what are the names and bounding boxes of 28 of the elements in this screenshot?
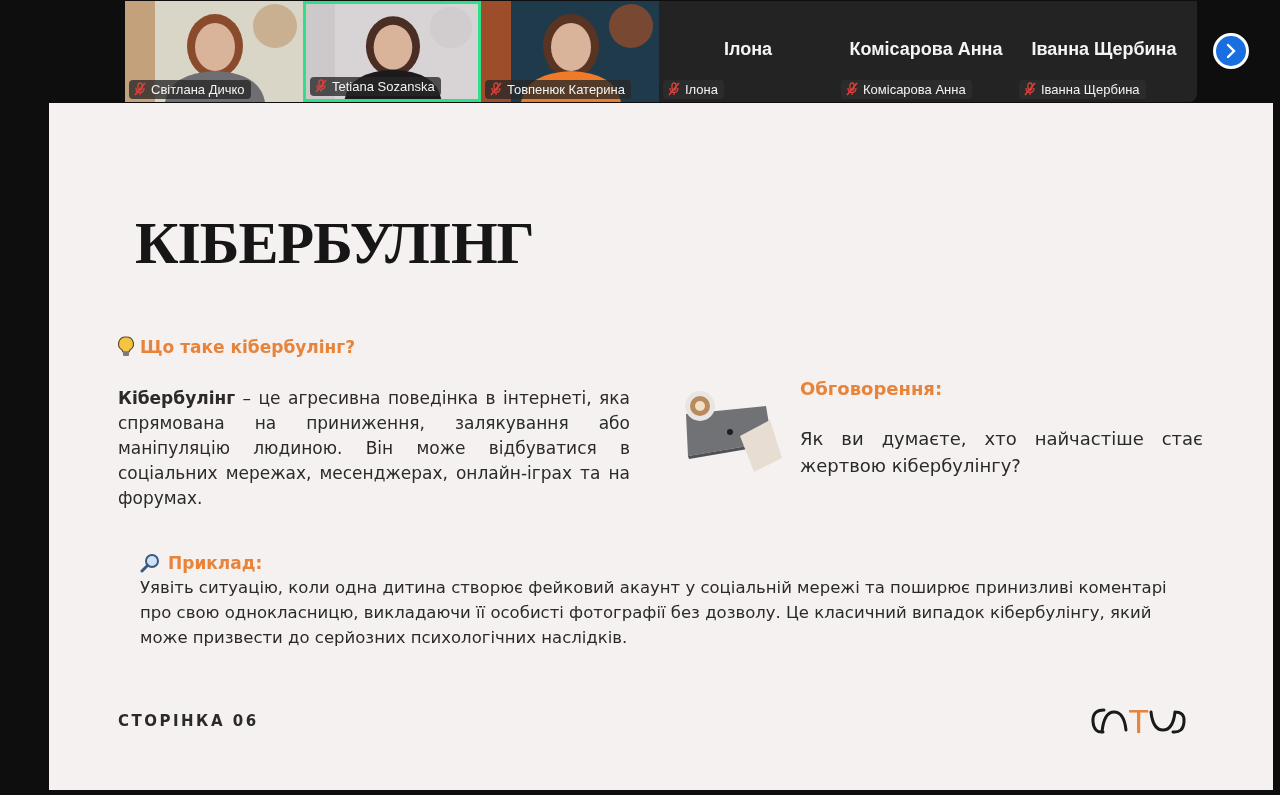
participant-tile[interactable]: Ілона Ілона: [659, 0, 837, 102]
video-tile[interactable]: Світлана Дичко: [125, 0, 303, 102]
lightbulb-icon: [118, 336, 134, 358]
chevron-right-icon: [1224, 43, 1238, 59]
video-tile[interactable]: Tetiana Sozanska: [303, 0, 481, 102]
participant-name: Ілона: [685, 81, 718, 97]
participant-name: Tetiana Sozanska: [332, 78, 435, 94]
question-heading: Що таке кібербулінг?: [140, 337, 356, 357]
search-icon: [140, 553, 160, 573]
page-number: СТОРІНКА 06: [118, 712, 259, 730]
video-tile[interactable]: Товпенюк Катерина: [481, 0, 659, 102]
participant-name: Товпенюк Катерина: [507, 81, 625, 97]
example-heading: Приклад:: [168, 553, 263, 573]
participant-name: Комісарова Анна: [863, 81, 966, 97]
logo-letter: T: [1128, 704, 1149, 738]
slide-title: КІБЕРБУЛІНГ: [135, 209, 534, 278]
participant-name: Світлана Дичко: [151, 81, 245, 97]
participant-display-name: Іванна Щербина: [1030, 38, 1178, 60]
discussion-question: Як ви думаєте, хто найчастіше стає жертвою кібербулінгу?: [800, 427, 1203, 478]
participant-name: Іванна Щербина: [1041, 81, 1140, 97]
example-paragraph: Уявіть ситуацію, коли одна дитина створює фейковий акаунт у соціальній мережі та поширює принизливі коментарі про свою однокласницю, викладаючи її особисті фотографії без дозволу. Це класичний випадок кібербулінгу, який може призвести до серйозних психологічних наслідків.: [140, 577, 1168, 649]
participant-tile[interactable]: Іванна Щербина Іванна Щербина: [1015, 0, 1193, 102]
participant-display-name: Комісарова Анна: [848, 38, 1004, 60]
definition-paragraph: Кібербулінг – це агресивна поведінка в інтернеті, яка спрямована на приниження, залякування або маніпуляцію людиною. Він може відбуватися в соціальних мережах, месенджерах, онлайн-іграх та на форумах.: [118, 387, 630, 510]
next-page-button[interactable]: [1213, 33, 1249, 69]
participant-tile[interactable]: Комісарова Анна Комісарова Анна: [837, 0, 1015, 102]
discussion-heading: Обговорення:: [800, 378, 944, 399]
participant-display-name: Ілона: [722, 38, 774, 60]
